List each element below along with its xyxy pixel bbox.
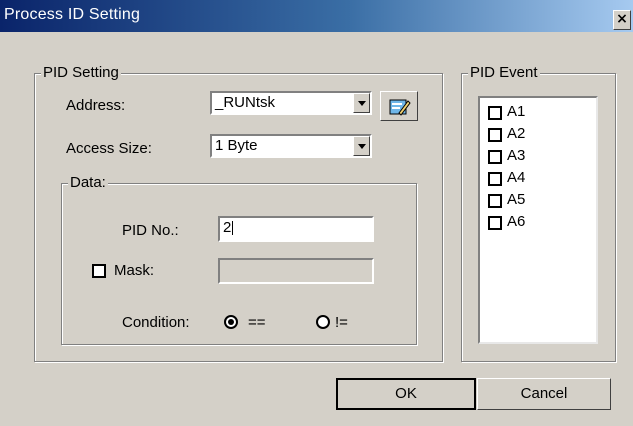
title-bar: Process ID Setting ×: [0, 0, 633, 32]
condition-equal-radio[interactable]: [224, 315, 238, 329]
cancel-button[interactable]: Cancel: [477, 378, 611, 410]
pid-event-group-label: PID Event: [468, 64, 540, 82]
condition-equal-label: ==: [248, 314, 266, 331]
pid-event-list[interactable]: A1 A2 A3 A4 A5 A6: [478, 96, 598, 344]
close-button[interactable]: ×: [613, 10, 631, 30]
browse-symbol-button[interactable]: [380, 91, 418, 121]
pid-no-field[interactable]: 2: [218, 216, 374, 242]
address-label: Address:: [66, 97, 126, 114]
ok-button[interactable]: OK: [336, 378, 476, 410]
close-icon: ×: [616, 11, 628, 27]
window-title: Process ID Setting: [4, 6, 141, 23]
access-size-dropdown-button[interactable]: [353, 136, 370, 156]
event-label: A4: [507, 169, 526, 186]
access-size-value: 1 Byte: [215, 137, 258, 154]
mask-checkbox[interactable]: [92, 264, 106, 278]
mask-field[interactable]: [218, 258, 374, 284]
event-checkbox-a5[interactable]: [488, 194, 502, 208]
event-checkbox-a6[interactable]: [488, 216, 502, 230]
event-label: A6: [507, 213, 526, 230]
symbol-browse-icon: [389, 99, 411, 116]
event-checkbox-a2[interactable]: [488, 128, 502, 142]
event-checkbox-a3[interactable]: [488, 150, 502, 164]
event-label: A3: [507, 147, 526, 164]
condition-not-equal-label: !=: [335, 314, 348, 331]
address-dropdown-button[interactable]: [353, 93, 370, 113]
access-size-combobox[interactable]: 1 Byte: [210, 134, 372, 158]
condition-label: Condition:: [122, 314, 190, 331]
event-checkbox-a4[interactable]: [488, 172, 502, 186]
pid-no-label: PID No.:: [122, 222, 179, 239]
event-label: A5: [507, 191, 526, 208]
address-value: _RUNtsk: [215, 94, 276, 111]
pid-setting-group-label: PID Setting: [41, 64, 121, 82]
pid-no-value: 2: [223, 219, 232, 236]
event-checkbox-a1[interactable]: [488, 106, 502, 120]
ok-button-label: OK: [395, 385, 417, 402]
address-combobox[interactable]: _RUNtsk: [210, 91, 372, 115]
text-cursor: [232, 221, 234, 236]
event-label: A1: [507, 103, 526, 120]
event-label: A2: [507, 125, 526, 142]
data-group-label: Data:: [68, 174, 108, 192]
mask-label: Mask:: [114, 262, 155, 279]
cancel-button-label: Cancel: [520, 385, 568, 402]
condition-not-equal-radio[interactable]: [316, 315, 330, 329]
access-size-label: Access Size:: [66, 140, 152, 157]
